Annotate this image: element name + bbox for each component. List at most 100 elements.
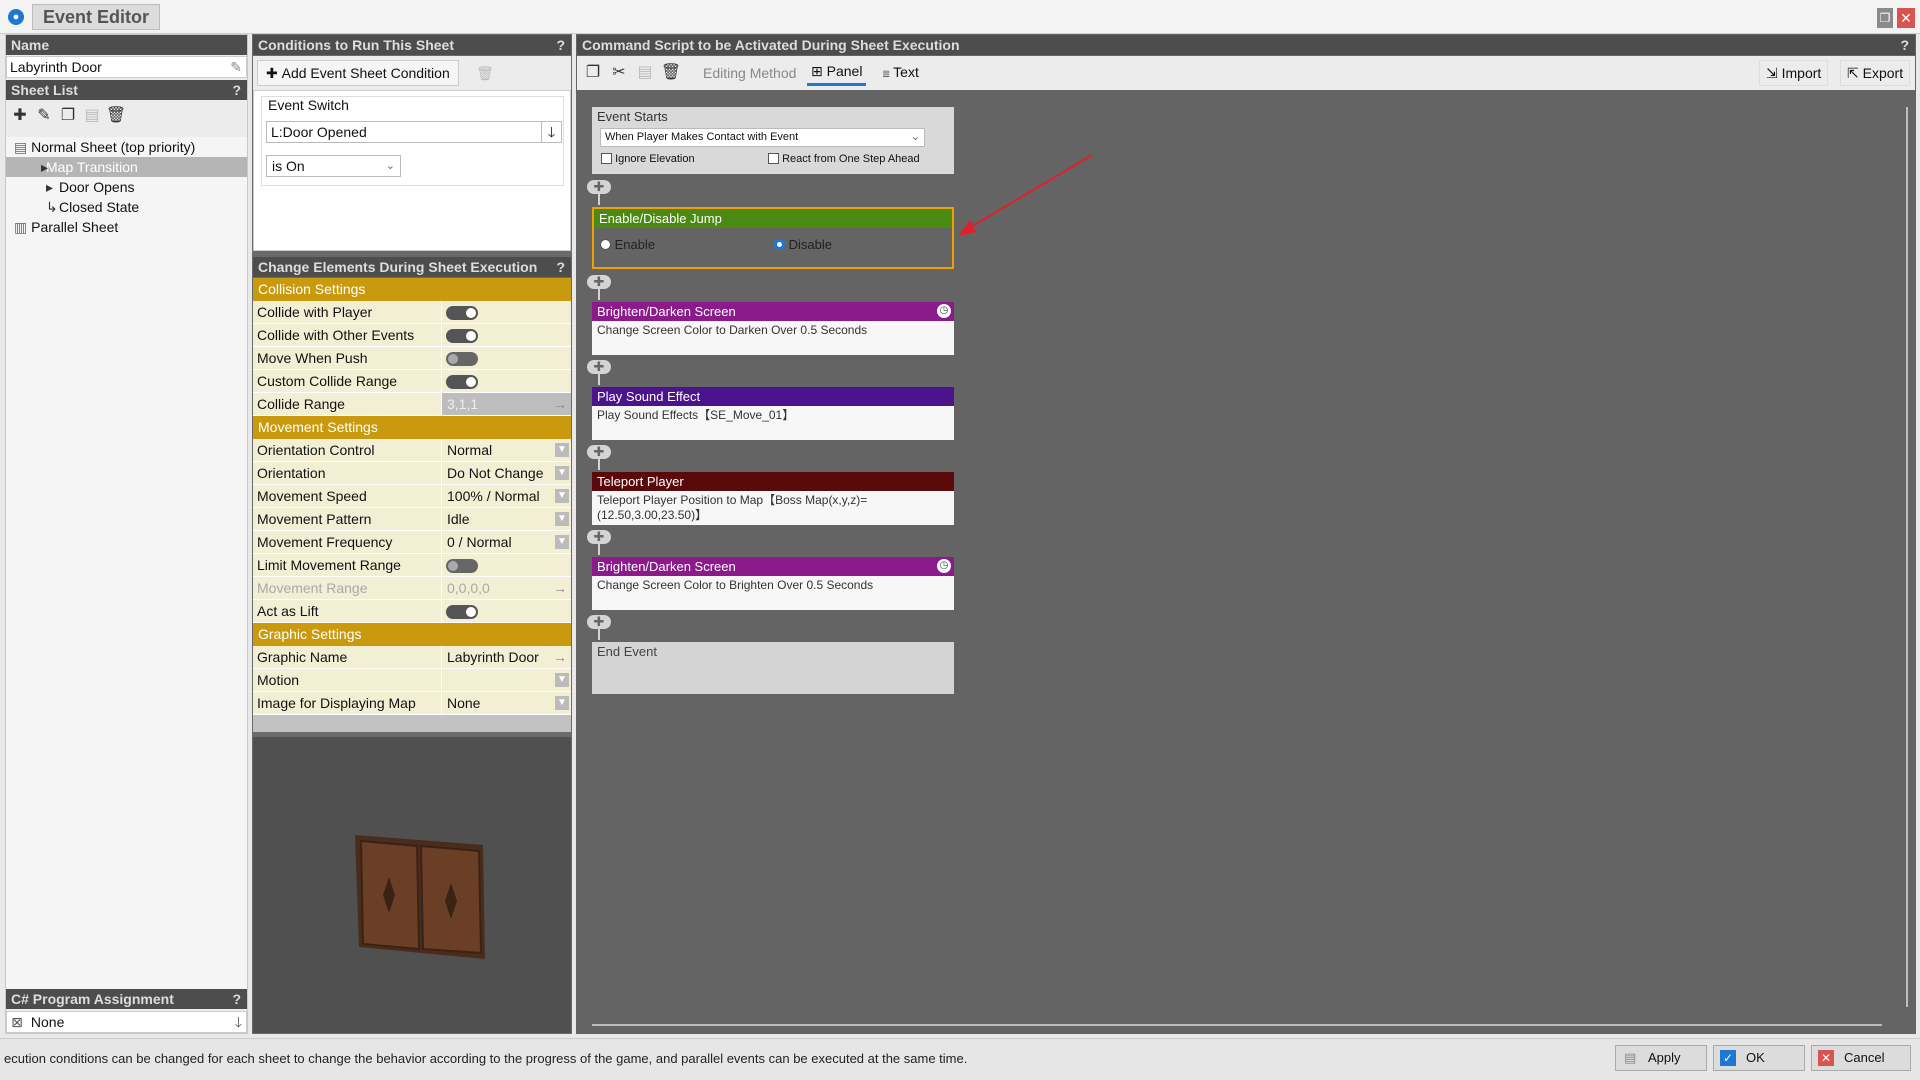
sheet-item-parallel[interactable]: ▥ Parallel Sheet bbox=[6, 217, 247, 237]
disable-radio[interactable]: Disable bbox=[774, 237, 832, 252]
export-button[interactable]: ⇱ Export bbox=[1840, 60, 1911, 86]
toggle-switch[interactable] bbox=[446, 306, 478, 320]
insert-connector[interactable]: ✚ bbox=[587, 180, 611, 205]
horizontal-scrollbar[interactable] bbox=[592, 1024, 1882, 1026]
react-ahead-checkbox[interactable]: React from One Step Ahead bbox=[768, 153, 920, 165]
command-title: Brighten/Darken Screen bbox=[597, 304, 736, 319]
cancel-button[interactable]: ✕ Cancel bbox=[1811, 1045, 1911, 1071]
movement-speed-select[interactable]: 100% / Normal ▼ bbox=[442, 485, 571, 507]
clear-icon[interactable]: ⊠ bbox=[7, 1012, 27, 1032]
prop-orientation: Orientation Do Not Change ▼ bbox=[253, 462, 571, 485]
add-condition-button[interactable]: ✚ Add Event Sheet Condition bbox=[257, 60, 459, 86]
sheet-tree: ▤ Normal Sheet (top priority) ▸ Map Trans… bbox=[6, 137, 247, 997]
apply-label: Apply bbox=[1648, 1050, 1681, 1065]
toggle-switch[interactable] bbox=[446, 375, 478, 389]
delete-condition-icon[interactable]: 🗑 bbox=[473, 60, 497, 86]
sheet-item-door-opens[interactable]: ▸ Door Opens bbox=[6, 177, 247, 197]
sheet-list-header: Sheet List? bbox=[6, 80, 247, 100]
toggle-switch[interactable] bbox=[446, 329, 478, 343]
paste-icon[interactable]: ▤ bbox=[633, 61, 657, 85]
orientation-select[interactable]: Do Not Change ▼ bbox=[442, 462, 571, 484]
enable-radio[interactable]: Enable bbox=[600, 237, 655, 252]
insert-connector[interactable]: ✚ bbox=[587, 360, 611, 385]
cancel-label: Cancel bbox=[1844, 1050, 1885, 1065]
movement-pattern-select[interactable]: Idle ▼ bbox=[442, 508, 571, 530]
name-header: Name bbox=[6, 35, 247, 55]
add-icon[interactable]: ✚ bbox=[8, 104, 32, 128]
orientation-control-select[interactable]: Normal ▼ bbox=[442, 439, 571, 461]
dropdown-icon: ▼ bbox=[555, 466, 569, 480]
restore-icon[interactable]: ❐ bbox=[1877, 8, 1893, 28]
script-help-icon[interactable]: ? bbox=[1900, 35, 1909, 55]
ok-button[interactable]: ✓ OK bbox=[1713, 1045, 1805, 1071]
command-teleport-player[interactable]: Teleport Player Teleport Player Position… bbox=[592, 472, 954, 525]
sheet-item-map-transition[interactable]: ▸ Map Transition bbox=[6, 157, 247, 177]
insert-connector[interactable]: ✚ bbox=[587, 615, 611, 640]
csharp-select[interactable]: ⊠ None 🡓 bbox=[6, 1011, 247, 1033]
event-starts-block: Event Starts When Player Makes Contact w… bbox=[592, 107, 954, 174]
down-arrow-icon[interactable]: 🡓 bbox=[235, 1012, 242, 1032]
apply-button[interactable]: ▤ Apply bbox=[1615, 1045, 1707, 1071]
collide-range-value[interactable]: 3,1,1 → bbox=[442, 393, 571, 415]
down-arrow-icon[interactable]: 🡓 bbox=[541, 122, 561, 142]
panel-icon: ⊞ bbox=[811, 63, 827, 79]
command-enable-disable-jump[interactable]: Enable/Disable Jump Enable Disable bbox=[592, 207, 954, 269]
paste-icon[interactable]: ▤ bbox=[80, 104, 104, 128]
motion-select[interactable]: ▼ bbox=[442, 669, 571, 691]
toggle-switch[interactable] bbox=[446, 605, 478, 619]
delete-icon[interactable]: 🗑 bbox=[104, 104, 128, 128]
text-tab[interactable]: ≣ Text bbox=[878, 60, 923, 86]
delete-icon[interactable]: 🗑 bbox=[659, 61, 683, 85]
sheet-list-header-label: Sheet List bbox=[11, 82, 78, 98]
event-switch-select[interactable]: L:Door Opened 🡓 bbox=[266, 121, 562, 143]
sheet-item-closed-state[interactable]: ↳ Closed State bbox=[6, 197, 247, 217]
close-icon[interactable]: ✕ bbox=[1897, 8, 1915, 28]
csharp-help-icon[interactable]: ? bbox=[232, 989, 241, 1009]
cut-icon[interactable]: ✂ bbox=[607, 61, 631, 85]
dropdown-icon: ▼ bbox=[555, 489, 569, 503]
insert-connector[interactable]: ✚ bbox=[587, 530, 611, 555]
window-title: Event Editor bbox=[32, 4, 161, 30]
ignore-elevation-label: Ignore Elevation bbox=[615, 153, 695, 165]
sheet-list-help-icon[interactable]: ? bbox=[232, 80, 241, 100]
switch-state-select[interactable]: is On ⌄ bbox=[266, 155, 401, 177]
edit-icon[interactable]: ✎ bbox=[32, 104, 56, 128]
insert-connector[interactable]: ✚ bbox=[587, 445, 611, 470]
prop-key: Graphic Name bbox=[253, 646, 442, 668]
checkbox-icon bbox=[768, 153, 779, 164]
name-field[interactable]: Labyrinth Door ✎ bbox=[6, 56, 247, 78]
change-elements-help-icon[interactable]: ? bbox=[556, 257, 565, 277]
copy-icon[interactable]: ❐ bbox=[56, 104, 80, 128]
command-body: Change Screen Color to Darken Over 0.5 S… bbox=[592, 321, 954, 355]
movement-frequency-select[interactable]: 0 / Normal ▼ bbox=[442, 531, 571, 553]
sheet-item-normal[interactable]: ▤ Normal Sheet (top priority) bbox=[6, 137, 247, 157]
prop-key: Movement Pattern bbox=[253, 508, 442, 530]
command-play-sound[interactable]: Play Sound Effect Play Sound Effects【SE_… bbox=[592, 387, 954, 440]
trigger-select[interactable]: When Player Makes Contact with Event ⌄ bbox=[600, 128, 925, 147]
pencil-icon[interactable]: ✎ bbox=[230, 57, 242, 77]
prop-key: Movement Speed bbox=[253, 485, 442, 507]
enable-label: Enable bbox=[614, 237, 656, 252]
conditions-help-icon[interactable]: ? bbox=[556, 35, 565, 55]
image-display-select[interactable]: None ▼ bbox=[442, 692, 571, 714]
prop-collide-with-other-events: Collide with Other Events bbox=[253, 324, 571, 347]
copy-icon[interactable]: ❐ bbox=[581, 61, 605, 85]
ignore-elevation-checkbox[interactable]: Ignore Elevation bbox=[601, 153, 695, 165]
plus-icon: ✚ bbox=[587, 530, 611, 544]
event-switch-value: L:Door Opened bbox=[271, 124, 367, 140]
insert-connector[interactable]: ✚ bbox=[587, 275, 611, 300]
prop-value: 0 / Normal bbox=[447, 534, 512, 550]
editing-method-label: Editing Method bbox=[703, 65, 797, 81]
text-icon: ≣ bbox=[882, 69, 894, 80]
csharp-value: None bbox=[30, 1014, 65, 1030]
vertical-scrollbar[interactable] bbox=[1906, 107, 1908, 1007]
graphic-name-value[interactable]: Labyrinth Door → bbox=[442, 646, 571, 668]
command-body: Teleport Player Position to Map【Boss Map… bbox=[592, 491, 954, 525]
command-darken-screen[interactable]: Brighten/Darken Screen ◷ Change Screen Co… bbox=[592, 302, 954, 355]
panel-tab[interactable]: ⊞ Panel bbox=[807, 60, 867, 86]
import-button[interactable]: ⇲ Import bbox=[1759, 60, 1829, 86]
toggle-switch[interactable] bbox=[446, 559, 478, 573]
toggle-switch[interactable] bbox=[446, 352, 478, 366]
arrow-right-icon: → bbox=[553, 649, 567, 665]
command-brighten-screen[interactable]: Brighten/Darken Screen ◷ Change Screen Co… bbox=[592, 557, 954, 610]
